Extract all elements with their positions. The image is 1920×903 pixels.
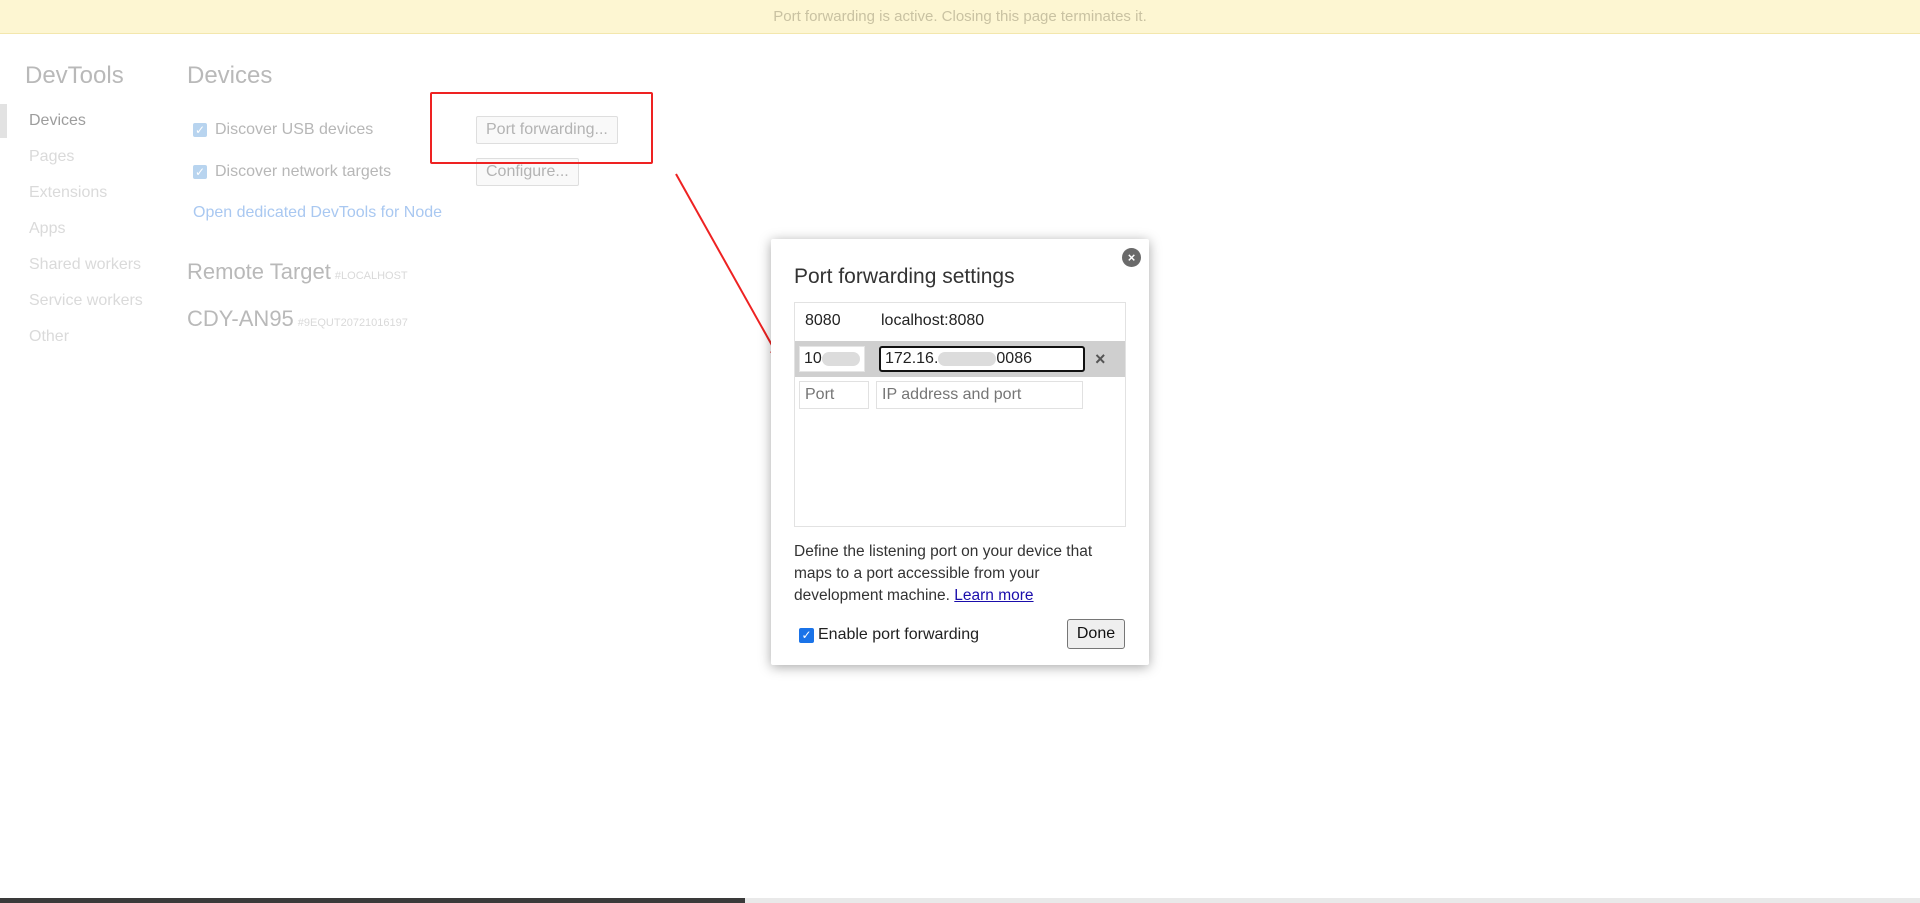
- learn-more-link[interactable]: Learn more: [954, 587, 1033, 604]
- enable-forwarding-checkbox[interactable]: ✓: [799, 627, 814, 643]
- new-address-input[interactable]: [876, 381, 1083, 409]
- dialog-title: Port forwarding settings: [794, 265, 1015, 288]
- edit-port-input[interactable]: 10: [799, 346, 865, 372]
- edit-address-input[interactable]: 172.16. 0086: [879, 346, 1085, 372]
- redacted-blur: [821, 352, 860, 366]
- redacted-blur: [938, 352, 997, 366]
- enable-forwarding-option[interactable]: ✓ Enable port forwarding: [799, 626, 979, 644]
- edit-port-value: 10: [804, 350, 822, 367]
- rule-port: 8080: [805, 312, 841, 329]
- dialog-description: Define the listening port on your device…: [794, 541, 1124, 607]
- close-icon[interactable]: ×: [1122, 248, 1141, 267]
- rule-address: localhost:8080: [881, 312, 985, 329]
- description-text: Define the listening port on your device…: [794, 543, 1093, 604]
- bottom-edge-light: [745, 898, 1920, 903]
- list-item[interactable]: 8080 localhost:8080: [795, 303, 1125, 339]
- edit-address-suffix: 0086: [996, 350, 1032, 367]
- enable-forwarding-label: Enable port forwarding: [818, 626, 979, 643]
- bottom-edge: [0, 898, 1920, 903]
- edit-address-prefix: 172.16.: [885, 350, 939, 367]
- port-forwarding-dialog: Port forwarding settings × 8080 localhos…: [771, 239, 1149, 665]
- remove-rule-icon[interactable]: ×: [1095, 349, 1106, 370]
- editing-rule-row[interactable]: 10 172.16. 0086 ×: [795, 341, 1125, 377]
- done-button[interactable]: Done: [1067, 619, 1125, 649]
- new-port-input[interactable]: [799, 381, 869, 409]
- port-rules-list: 8080 localhost:8080 10 172.16. 0086 ×: [794, 302, 1126, 527]
